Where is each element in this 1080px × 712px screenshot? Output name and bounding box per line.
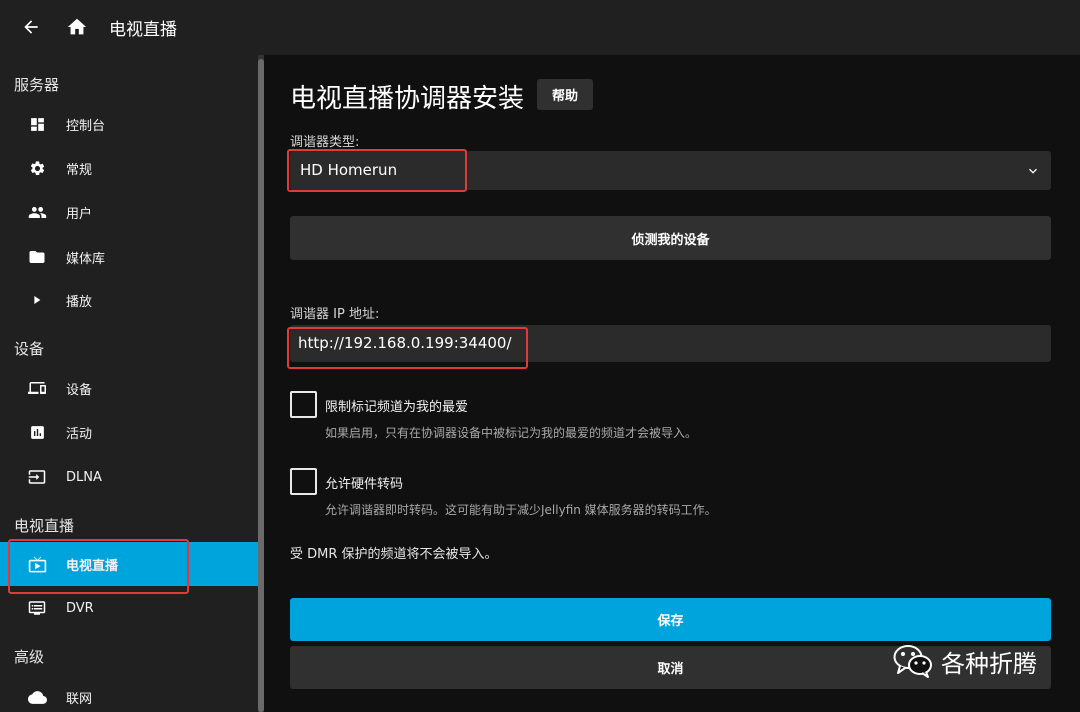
favorites-only-checkbox[interactable] (290, 391, 317, 418)
sidebar-item-dlna[interactable]: DLNA (0, 455, 258, 499)
tuner-ip-value: http://192.168.0.199:34400/ (298, 334, 512, 352)
save-button[interactable]: 保存 (290, 598, 1051, 641)
sidebar-item-label: 媒体库 (66, 251, 106, 267)
gear-icon (27, 158, 47, 178)
header-title: 电视直播 (109, 20, 177, 40)
input-icon (27, 467, 47, 487)
sidebar-item-networking[interactable]: 联网 (0, 675, 258, 712)
favorites-only-label: 限制标记频道为我的最爱 (325, 400, 469, 415)
sidebar-item-livetv[interactable]: 电视直播 (0, 542, 258, 586)
favorites-only-description: 如果启用，只有在协调器设备中被标记为我的最爱的频道才会被导入。 (325, 426, 698, 440)
tuner-type-select[interactable]: HD Homerun (290, 151, 1051, 190)
arrow-left-icon (24, 20, 38, 34)
sidebar-item-devices[interactable]: 设备 (0, 366, 258, 410)
sidebar-item-label: 用户 (66, 206, 93, 222)
sidebar-section-server: 服务器 (14, 76, 60, 94)
tuner-ip-input[interactable]: http://192.168.0.199:34400/ (290, 325, 1051, 362)
sidebar-section-livetv: 电视直播 (14, 517, 75, 535)
tuner-type-label: 调谐器类型: (290, 135, 360, 150)
play-icon (27, 290, 47, 310)
wechat-icon (893, 645, 932, 678)
sidebar-item-libraries[interactable]: 媒体库 (0, 235, 258, 279)
sidebar-scrollbar[interactable] (258, 55, 264, 712)
help-button[interactable]: 帮助 (537, 79, 593, 110)
page-title: 电视直播协调器安装 (290, 84, 525, 114)
sidebar-item-label: 播放 (66, 294, 93, 310)
sidebar-item-users[interactable]: 用户 (0, 190, 258, 234)
folder-icon (27, 247, 47, 267)
assessment-icon (27, 422, 47, 442)
sidebar-section-devices: 设备 (14, 340, 45, 358)
live-tv-icon (27, 554, 47, 574)
sidebar-item-activity[interactable]: 活动 (0, 410, 258, 454)
sidebar-item-label: 电视直播 (66, 558, 119, 574)
sidebar-item-general[interactable]: 常规 (0, 146, 258, 190)
tuner-ip-label: 调谐器 IP 地址: (290, 307, 380, 322)
sidebar-item-label: DLNA (66, 469, 102, 485)
dvr-icon (27, 598, 47, 618)
sidebar-item-label: 控制台 (66, 118, 106, 134)
sidebar-item-label: 活动 (66, 426, 93, 442)
tuner-type-value: HD Homerun (300, 161, 398, 179)
hardware-transcode-description: 允许调谐器即时转码。这可能有助于减少Jellyfin 媒体服务器的转码工作。 (325, 503, 717, 517)
back-button[interactable] (11, 8, 51, 46)
hardware-transcode-label: 允许硬件转码 (325, 477, 404, 492)
sidebar-section-advanced: 高级 (14, 648, 45, 666)
sidebar-item-label: 常规 (66, 162, 93, 178)
cloud-icon (27, 687, 47, 707)
home-button[interactable] (57, 8, 97, 46)
sidebar-item-label: 设备 (66, 382, 93, 398)
watermark: 各种折腾 (893, 643, 1037, 679)
watermark-text: 各种折腾 (941, 649, 1037, 678)
detect-devices-button[interactable]: 侦测我的设备 (290, 216, 1051, 260)
home-icon (67, 18, 87, 35)
drm-note: 受 DMR 保护的频道将不会被导入。 (290, 547, 498, 562)
sidebar-item-playback[interactable]: 播放 (0, 278, 258, 322)
devices-icon (27, 378, 47, 398)
sidebar-item-label: DVR (66, 600, 94, 616)
dashboard-icon (27, 114, 47, 134)
sidebar: 服务器 控制台 常规 用户 媒体库 播放 设备 设备 活动 DLNA 电视直播 … (0, 55, 258, 712)
sidebar-item-dashboard[interactable]: 控制台 (0, 102, 258, 146)
hardware-transcode-checkbox[interactable] (290, 468, 317, 495)
chevron-down-icon (1025, 163, 1041, 183)
people-icon (27, 202, 47, 222)
sidebar-item-dvr[interactable]: DVR (0, 586, 258, 630)
sidebar-scrollbar-thumb[interactable] (258, 59, 264, 712)
app-header: 电视直播 (0, 0, 1080, 55)
sidebar-item-label: 联网 (66, 691, 93, 707)
